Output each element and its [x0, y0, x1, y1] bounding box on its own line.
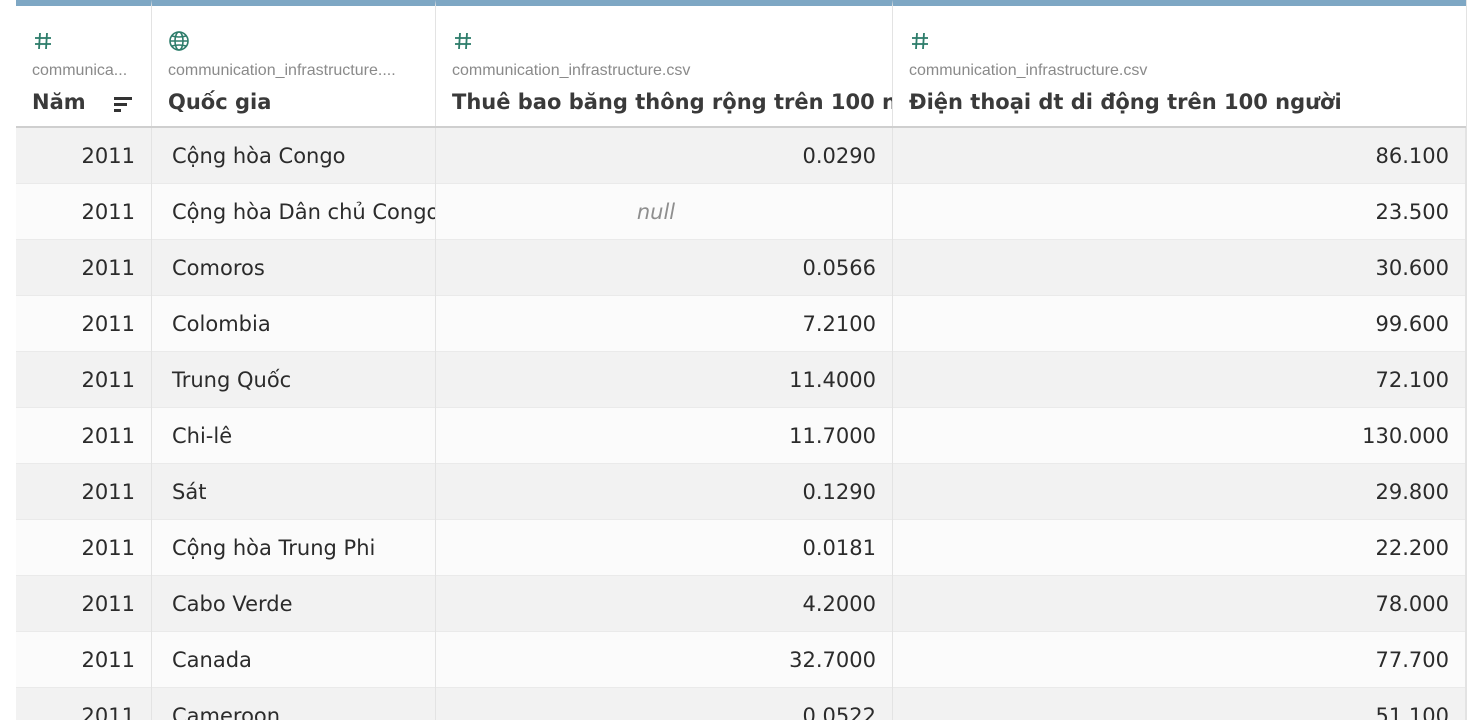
column-source: communication_infrastructure.csv — [452, 62, 691, 79]
mobile-cell[interactable]: 29.800 — [893, 464, 1466, 520]
mobile-cell[interactable]: 30.600 — [893, 240, 1466, 296]
sort-descending-icon[interactable] — [112, 94, 134, 116]
mobile-cell[interactable]: 23.500 — [893, 184, 1466, 240]
country-cell[interactable]: Colombia — [152, 296, 436, 352]
year-cell[interactable]: 2011 — [16, 688, 152, 720]
broadband-cell[interactable]: 7.2100 — [436, 296, 893, 352]
column-source: communication_infrastructure.... — [168, 62, 396, 79]
column-title: Điện thoại dt di động trên 100 người — [909, 90, 1342, 114]
year-cell[interactable]: 2011 — [16, 352, 152, 408]
year-cell[interactable]: 2011 — [16, 520, 152, 576]
country-cell[interactable]: Cộng hòa Congo — [152, 128, 436, 184]
table-row[interactable]: 2011 Colombia 7.2100 99.600 — [16, 296, 1466, 352]
table-row[interactable]: 2011 Sát 0.1290 29.800 — [16, 464, 1466, 520]
country-cell[interactable]: Trung Quốc — [152, 352, 436, 408]
hash-icon — [452, 30, 476, 54]
column-source: communication_infrastructure.csv — [909, 62, 1148, 79]
broadband-cell[interactable]: 4.2000 — [436, 576, 893, 632]
country-cell[interactable]: Sát — [152, 464, 436, 520]
table-row[interactable]: 2011 Cộng hòa Trung Phi 0.0181 22.200 — [16, 520, 1466, 576]
broadband-cell[interactable]: 0.0522 — [436, 688, 893, 720]
year-cell[interactable]: 2011 — [16, 240, 152, 296]
right-gutter — [1466, 0, 1472, 720]
table-row[interactable]: 2011 Canada 32.7000 77.700 — [16, 632, 1466, 688]
column-header-country[interactable]: communication_infrastructure.... Quốc gi… — [152, 0, 436, 126]
broadband-cell[interactable]: 11.4000 — [436, 352, 893, 408]
broadband-cell[interactable]: 0.0566 — [436, 240, 893, 296]
column-title: Quốc gia — [168, 90, 272, 114]
year-cell[interactable]: 2011 — [16, 408, 152, 464]
mobile-cell[interactable]: 86.100 — [893, 128, 1466, 184]
column-title: Năm — [32, 90, 86, 114]
table-row[interactable]: 2011 Trung Quốc 11.4000 72.100 — [16, 352, 1466, 408]
broadband-cell[interactable]: 11.7000 — [436, 408, 893, 464]
broadband-cell[interactable]: 32.7000 — [436, 632, 893, 688]
column-title: Thuê bao băng thông rộng trên 100 người — [452, 90, 892, 114]
mobile-cell[interactable]: 77.700 — [893, 632, 1466, 688]
table-row[interactable]: 2011 Cabo Verde 4.2000 78.000 — [16, 576, 1466, 632]
country-cell[interactable]: Chi-lê — [152, 408, 436, 464]
year-cell[interactable]: 2011 — [16, 128, 152, 184]
broadband-cell[interactable]: 0.1290 — [436, 464, 893, 520]
column-header-mobile[interactable]: communication_infrastructure.csv Điện th… — [893, 0, 1466, 126]
hash-icon — [32, 30, 56, 54]
broadband-cell[interactable]: 0.0181 — [436, 520, 893, 576]
year-cell[interactable]: 2011 — [16, 632, 152, 688]
mobile-cell[interactable]: 78.000 — [893, 576, 1466, 632]
table-row[interactable]: 2011 Chi-lê 11.7000 130.000 — [16, 408, 1466, 464]
globe-icon — [168, 30, 192, 54]
mobile-cell[interactable]: 130.000 — [893, 408, 1466, 464]
broadband-cell[interactable]: 0.0290 — [436, 128, 893, 184]
country-cell[interactable]: Canada — [152, 632, 436, 688]
column-header-year[interactable]: communica... Năm — [16, 0, 152, 126]
country-cell[interactable]: Comoros — [152, 240, 436, 296]
column-source: communica... — [32, 62, 128, 79]
country-cell[interactable]: Cabo Verde — [152, 576, 436, 632]
data-grid: communica... Năm communication_infrastru… — [0, 0, 1472, 720]
country-cell[interactable]: Cameroon — [152, 688, 436, 720]
year-cell[interactable]: 2011 — [16, 184, 152, 240]
mobile-cell[interactable]: 22.200 — [893, 520, 1466, 576]
table-row[interactable]: 2011 Cameroon 0.0522 51.100 — [16, 688, 1466, 720]
table-row[interactable]: 2011 Cộng hòa Dân chủ Congo null 23.500 — [16, 184, 1466, 240]
broadband-cell[interactable]: null — [436, 184, 893, 240]
year-cell[interactable]: 2011 — [16, 464, 152, 520]
table-row[interactable]: 2011 Cộng hòa Congo 0.0290 86.100 — [16, 128, 1466, 184]
table-row[interactable]: 2011 Comoros 0.0566 30.600 — [16, 240, 1466, 296]
country-cell[interactable]: Cộng hòa Dân chủ Congo — [152, 184, 436, 240]
year-cell[interactable]: 2011 — [16, 296, 152, 352]
hash-icon — [909, 30, 933, 54]
mobile-cell[interactable]: 72.100 — [893, 352, 1466, 408]
year-cell[interactable]: 2011 — [16, 576, 152, 632]
mobile-cell[interactable]: 99.600 — [893, 296, 1466, 352]
column-header-broadband[interactable]: communication_infrastructure.csv Thuê ba… — [436, 0, 893, 126]
null-value: null — [636, 200, 676, 224]
country-cell[interactable]: Cộng hòa Trung Phi — [152, 520, 436, 576]
mobile-cell[interactable]: 51.100 — [893, 688, 1466, 720]
grid-header: communica... Năm communication_infrastru… — [16, 0, 1466, 128]
left-gutter — [0, 0, 17, 720]
